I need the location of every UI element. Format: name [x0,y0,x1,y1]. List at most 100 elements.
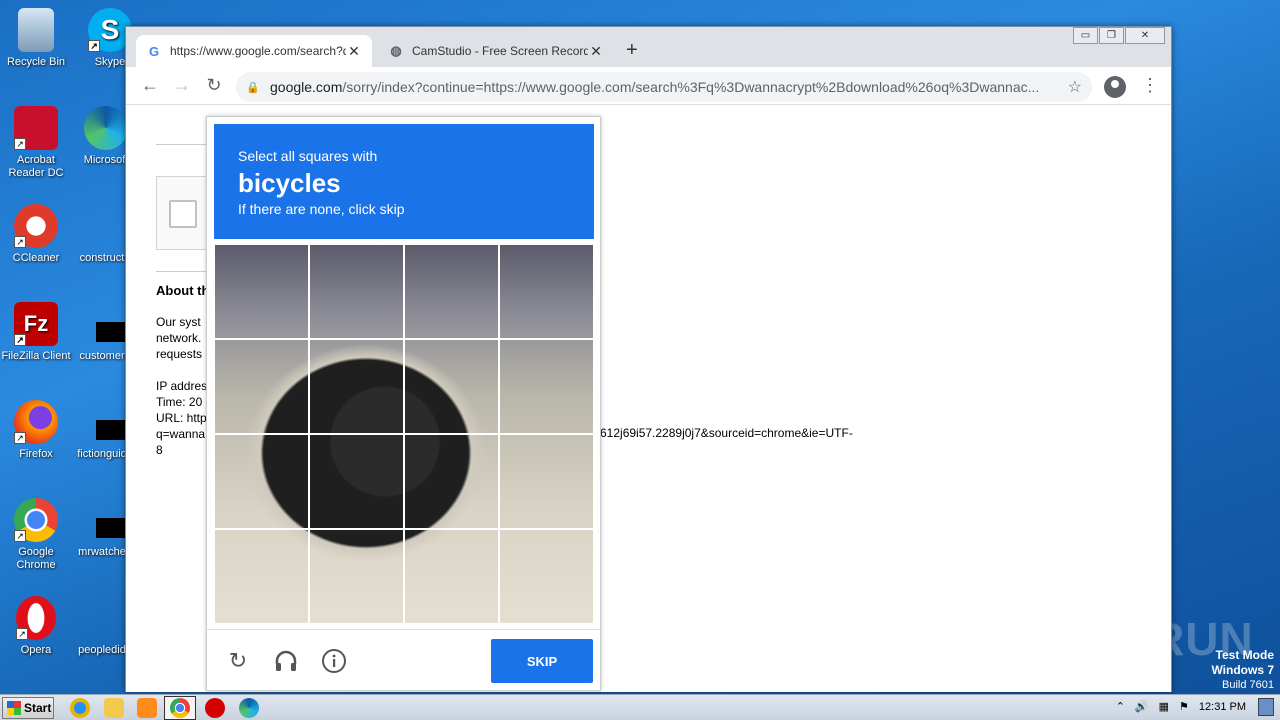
recaptcha-checkbox[interactable] [169,200,197,228]
info-icon[interactable] [321,648,347,674]
test-mode-label: Test Mode [1215,648,1274,662]
grid-tile[interactable] [499,434,594,529]
show-hidden-icons[interactable]: ⌃ [1116,700,1125,713]
desktop-icon-recycle-bin[interactable]: Recycle Bin [0,8,72,69]
file-icon [80,498,132,542]
recycle-bin-icon [18,8,54,52]
restore-button[interactable]: ❐ [1099,27,1124,44]
tab-title: CamStudio - Free Screen Recording [412,44,588,58]
address-bar[interactable]: 🔒 google.com/sorry/index?continue=https:… [236,72,1092,102]
url-host: google.com [270,79,343,95]
desktop-icon-label: Opera [20,644,52,656]
desktop-icon-acrobat[interactable]: ↗ Acrobat Reader DC [0,106,72,180]
tab-google-search[interactable]: G https://www.google.com/search?q= ✕ [136,35,372,67]
new-tab-button[interactable]: + [626,39,638,62]
system-tray: ⌃ 🔊 ▦ ⚑ 12:31 PM [1116,700,1246,714]
network-icon[interactable]: ▦ [1159,700,1169,713]
grid-tile[interactable] [499,339,594,434]
recaptcha-challenge: Select all squares with bicycles If ther… [206,116,601,691]
challenge-header: Select all squares with bicycles If ther… [214,124,594,239]
grid-tile[interactable] [214,339,309,434]
url-path: /sorry/index?continue=https://www.google… [342,79,1040,95]
lock-icon: 🔒 [246,81,260,94]
grid-tile[interactable] [404,244,499,339]
forward-button[interactable]: → [172,75,192,95]
clock[interactable]: 12:31 PM [1199,701,1246,713]
grid-tile[interactable] [309,339,404,434]
chrome-taskbar-button[interactable] [164,696,196,720]
body-line: requests [156,347,203,361]
desktop-icon-label: peopledid [78,644,126,656]
window-controls: ▭ ❐ ✕ [1072,27,1165,44]
taskbar: Start ⌃ 🔊 ▦ ⚑ 12:31 PM [0,694,1280,720]
opera-taskbar-icon[interactable] [205,698,225,718]
explorer-taskbar-icon[interactable] [104,698,124,718]
os-label: Windows 7 [1211,663,1274,677]
arrow-right-icon: → [173,75,191,95]
volume-icon[interactable]: 🔊 [1135,700,1149,713]
grid-tile[interactable] [214,529,309,624]
challenge-instruction: Select all squares with [238,148,378,164]
bookmark-star-icon[interactable]: ☆ [1068,77,1082,97]
back-button[interactable]: ← [140,75,160,95]
body-line: network. [156,331,202,345]
headphones-icon[interactable] [273,648,299,674]
firefox-icon: ↗ [14,400,58,444]
grid-tile[interactable] [214,244,309,339]
info-line: URL: http [156,411,207,425]
tab-camstudio[interactable]: ◍ CamStudio - Free Screen Recording ✕ [378,35,614,67]
desktop-icon-label: Skype [94,56,126,68]
edge-taskbar-icon[interactable] [239,698,259,718]
grid-tile[interactable] [309,244,404,339]
test-mode-notice: Test Mode Windows 7 Build 7601 [1211,648,1274,693]
more-menu-icon[interactable]: ⋮ [1141,75,1159,96]
desktop-icon-label: Recycle Bin [6,56,66,68]
info-line: Time: 20 [156,395,203,409]
google-favicon-icon: G [148,43,160,59]
start-button[interactable]: Start [2,697,54,719]
desktop-icon-filezilla[interactable]: Fz ↗ FileZilla Client [0,302,72,363]
desktop-icon-ccleaner[interactable]: ↗ CCleaner [0,204,72,265]
file-icon [80,596,124,640]
tab-close-button[interactable]: ✕ [346,43,362,60]
reload-challenge-icon[interactable]: ↻ [225,648,251,674]
info-line: 8 [156,443,163,457]
desktop-icon-label: Microsoft [83,154,129,166]
url-continuation: 612j69i57.2289j0j7&sourceid=chrome&ie=UT… [600,426,853,440]
desktop-icon-label: construct [79,252,125,264]
challenge-image-grid [214,244,594,624]
grid-tile[interactable] [309,529,404,624]
challenge-target: bicycles [238,168,341,198]
desktop-icon-firefox[interactable]: ↗ Firefox [0,400,72,461]
body-line: Our syst [156,315,201,329]
tab-close-button[interactable]: ✕ [588,43,604,60]
grid-tile[interactable] [309,434,404,529]
grid-tile[interactable] [499,529,594,624]
chrome-icon: ↗ [14,498,58,542]
about-heading: About th [156,283,210,298]
desktop-icon-label: Google Chrome [16,546,56,571]
close-window-button[interactable]: ✕ [1125,27,1165,44]
show-desktop-button[interactable] [1258,698,1274,716]
ie-taskbar-icon[interactable] [70,698,90,718]
grid-tile[interactable] [404,339,499,434]
windows-logo-icon [7,701,21,715]
media-player-taskbar-icon[interactable] [137,698,157,718]
reload-button[interactable]: ↻ [204,75,224,95]
profile-avatar-icon[interactable] [1104,76,1126,98]
action-center-flag-icon[interactable]: ⚑ [1179,700,1189,713]
arrow-left-icon: ← [141,75,159,95]
desktop-icon-label: FileZilla Client [1,350,71,362]
grid-tile[interactable] [404,529,499,624]
minimize-button[interactable]: ▭ [1073,27,1098,44]
grid-tile[interactable] [499,244,594,339]
desktop-icon-chrome[interactable]: ↗ Google Chrome [0,498,72,572]
skip-button[interactable]: SKIP [491,639,593,683]
file-icon [80,302,132,346]
grid-tile[interactable] [214,434,309,529]
grid-tile[interactable] [404,434,499,529]
edge-icon [84,106,128,150]
desktop-icon-label: Acrobat Reader DC [8,154,64,179]
tab-strip: G https://www.google.com/search?q= ✕ ◍ C… [126,27,1171,67]
desktop-icon-opera[interactable]: ↗ Opera [0,596,72,657]
